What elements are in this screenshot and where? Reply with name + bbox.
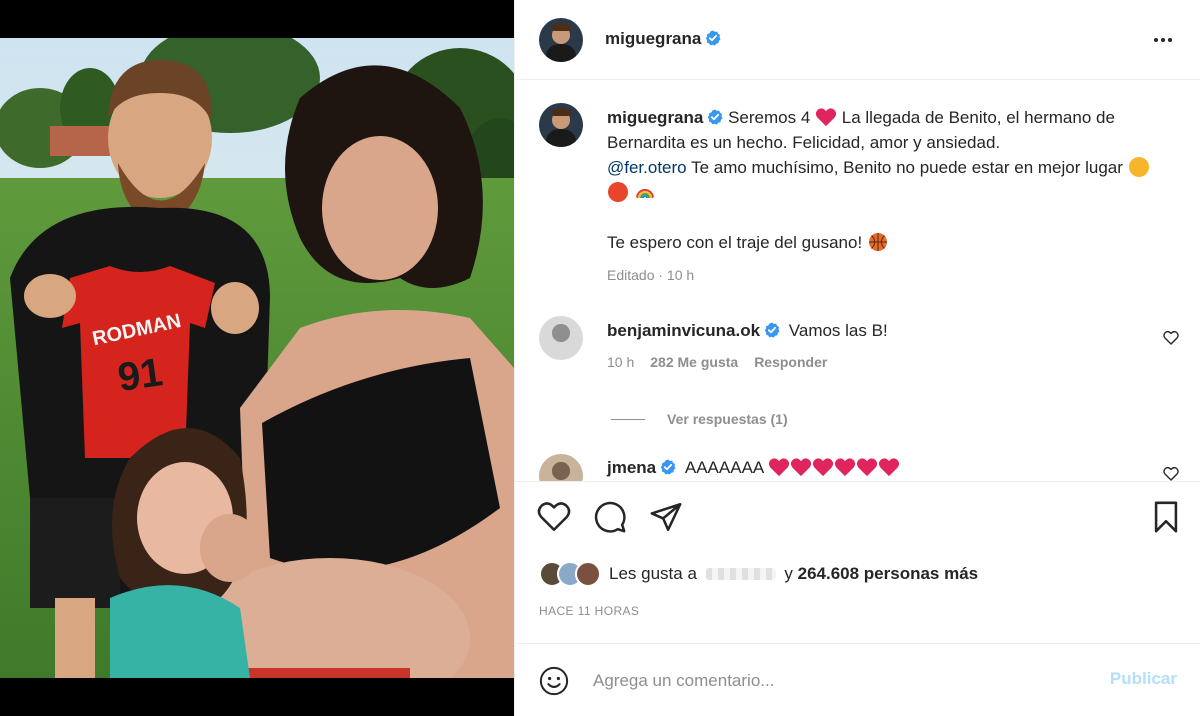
red-heart-emoji-icon <box>815 108 837 127</box>
save-bookmark-icon[interactable] <box>1149 500 1183 534</box>
dot-icon <box>1168 38 1172 42</box>
caption-text-3: Te amo muchísimo, Benito no puede estar … <box>691 158 1123 177</box>
comment-text: AAAAAAA <box>684 458 764 477</box>
photo-illustration: RODMAN 91 <box>0 38 514 678</box>
post-photo-pane: RODMAN 91 <box>0 0 514 716</box>
liker-avatar[interactable] <box>575 561 601 587</box>
header-username-group: miguegrana <box>605 29 721 49</box>
comment-bubble-icon[interactable] <box>593 500 627 534</box>
post-header: miguegrana <box>515 0 1200 80</box>
basketball-emoji-icon <box>868 233 887 251</box>
like-heart-icon[interactable] <box>537 500 571 534</box>
rainbow-emoji-icon <box>635 189 654 199</box>
commenter-avatar[interactable] <box>539 316 583 360</box>
view-replies-label: Ver respuestas (1) <box>667 411 788 427</box>
verified-badge-icon <box>764 322 780 338</box>
caption-author-avatar[interactable] <box>539 103 583 147</box>
post-timestamp[interactable]: HACE 11 HORAS <box>539 604 639 618</box>
verified-badge-icon <box>708 109 723 125</box>
post-caption: miguegrana Seremos 4 La llegada de Benit… <box>607 105 1167 288</box>
red-heart-emoji-icon <box>790 458 812 477</box>
red-heart-emoji-icon <box>878 458 900 477</box>
verified-badge-icon <box>706 30 721 46</box>
reply-button[interactable]: Responder <box>754 354 827 370</box>
replies-divider <box>611 418 645 420</box>
author-avatar[interactable] <box>539 18 583 62</box>
red-heart-emoji-icon <box>834 458 856 477</box>
comment-body: benjaminvicuna.ok Vamos las B! <box>607 321 888 341</box>
likes-count-link[interactable]: 264.608 personas más <box>798 564 979 583</box>
dot-icon <box>1154 38 1158 42</box>
post-actions: Les gusta a y 264.608 personas más HACE … <box>515 481 1200 716</box>
likes-prefix: Les gusta a <box>609 564 697 583</box>
caption-username[interactable]: miguegrana <box>607 108 703 127</box>
view-replies-button[interactable]: Ver respuestas (1) <box>611 411 788 427</box>
caption-text-1: Seremos 4 <box>728 108 811 127</box>
comment-likes-link[interactable]: 282 Me gusta <box>650 354 738 370</box>
caption-mention-link[interactable]: @fer.otero <box>607 158 687 177</box>
commenter-username[interactable]: benjaminvicuna.ok <box>607 321 760 340</box>
red-heart-emoji-icon <box>856 458 878 477</box>
comment-text: Vamos las B! <box>788 321 888 340</box>
comment-input[interactable] <box>593 666 1063 696</box>
more-options-button[interactable] <box>1149 28 1177 52</box>
share-paper-plane-icon[interactable] <box>649 500 683 534</box>
comments-section: miguegrana Seremos 4 La llegada de Benit… <box>515 81 1200 481</box>
likes-summary: Les gusta a y 264.608 personas más <box>539 560 978 588</box>
add-comment-form: Publicar <box>515 643 1200 716</box>
collision-emoji-icon <box>608 182 628 202</box>
header-username[interactable]: miguegrana <box>605 29 701 48</box>
jersey-number: 91 <box>115 350 165 400</box>
comment-item: benjaminvicuna.ok Vamos las B! 10 h 282 … <box>539 316 1179 406</box>
dot-icon <box>1161 38 1165 42</box>
verified-badge-icon <box>660 459 676 475</box>
star-eyes-emoji-icon <box>1128 157 1149 177</box>
comment-meta: 10 h 282 Me gusta Responder <box>607 354 827 370</box>
like-comment-heart-icon[interactable] <box>1163 330 1179 346</box>
caption-edited-time: Editado · 10 h <box>607 267 695 283</box>
comment-body: jmena AAAAAAA <box>607 457 900 478</box>
commenter-username[interactable]: jmena <box>607 458 656 477</box>
likes-conjunction: y <box>784 564 793 583</box>
red-heart-emoji-icon <box>812 458 834 477</box>
blurred-username <box>705 568 776 580</box>
red-heart-emoji-icon <box>768 458 790 477</box>
commenter-avatar[interactable] <box>539 454 583 481</box>
emoji-smiley-icon[interactable] <box>539 666 569 696</box>
like-comment-heart-icon[interactable] <box>1163 466 1179 481</box>
comment-time: 10 h <box>607 354 635 370</box>
publish-button[interactable]: Publicar <box>1110 669 1177 689</box>
likes-text: Les gusta a y 264.608 personas más <box>609 564 978 584</box>
caption-text-4: Te espero con el traje del gusano! <box>607 233 863 252</box>
post-photo[interactable]: RODMAN 91 <box>0 38 514 678</box>
comment-item: jmena AAAAAAA <box>539 454 1179 481</box>
post-panel: miguegrana miguegrana Seremos 4 La llega… <box>514 0 1200 716</box>
